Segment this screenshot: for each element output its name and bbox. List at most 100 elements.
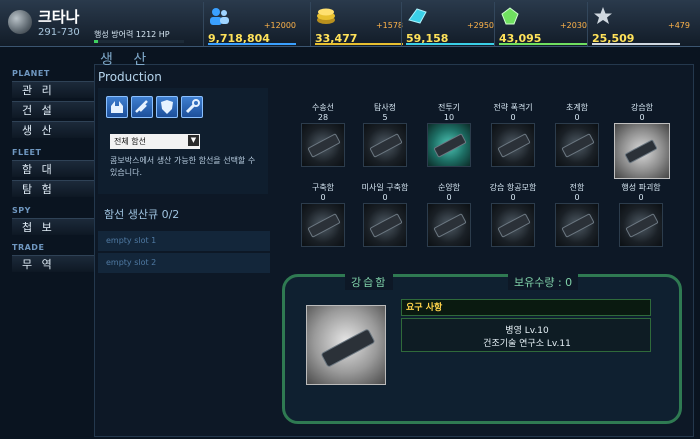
queue-title: 함선 생산큐 0/2 xyxy=(104,208,180,221)
sidebar-item-recon[interactable]: 첩 보 xyxy=(12,218,94,235)
wrench-icon xyxy=(185,99,200,114)
sidebar-item-manage[interactable]: 관 리 xyxy=(12,81,94,98)
chevron-down-icon[interactable]: ▼ xyxy=(188,135,199,146)
resource-delta: +12000 xyxy=(263,21,296,30)
ship-name: 전투기 xyxy=(437,103,461,112)
ship-name: 순양함 xyxy=(437,183,461,192)
ship-card[interactable]: 전략 폭격기 0 xyxy=(487,103,539,167)
defense-bar xyxy=(94,40,184,43)
planet-coords: 291-730 xyxy=(38,27,80,38)
sidebar-item-trade[interactable]: 무 역 xyxy=(12,255,94,272)
resource-delta: +2030 xyxy=(559,21,587,30)
destroyer-ship-image xyxy=(301,203,345,247)
shield-icon xyxy=(161,100,173,114)
ship-filter-select[interactable]: 전체 함선 ▼ xyxy=(110,134,200,149)
resource-bar xyxy=(315,43,403,45)
ship-tab-icon xyxy=(111,101,123,113)
ship-count: 0 xyxy=(574,193,580,202)
planet-icon[interactable] xyxy=(8,10,32,34)
ship-card[interactable]: 순양함 0 xyxy=(423,183,475,247)
ship-name: 행성 파괴함 xyxy=(621,183,661,192)
weapon-tab-icon xyxy=(135,100,148,113)
ship-name: 전략 폭격기 xyxy=(493,103,533,112)
queue-slot-1[interactable]: empty slot 1 xyxy=(98,231,270,251)
sidebar-item-fleet[interactable]: 함 대 xyxy=(12,160,94,177)
resource-delta: +1578 xyxy=(375,21,403,30)
sidebar-item-produce[interactable]: 생 산 xyxy=(12,121,94,138)
page-title: 생 산 xyxy=(100,52,155,68)
transport-ship-image xyxy=(301,123,345,167)
ship-name: 탐사정 xyxy=(373,103,397,112)
ship-name: 구축함 xyxy=(311,183,335,192)
bomber-ship-image xyxy=(491,123,535,167)
tab-defense[interactable] xyxy=(156,96,178,118)
sidebar: PLANET 관 리 건 설 생 산 FLEET 함 대 탐 험 SPY 첩 보… xyxy=(6,62,96,439)
ship-name: 강습 항공모함 xyxy=(489,183,537,192)
probe-ship-image xyxy=(363,123,407,167)
resource-bar xyxy=(208,43,296,45)
requirement-item: 병영 Lv.10 xyxy=(505,326,549,336)
ship-card[interactable]: 강습 항공모함 0 xyxy=(487,183,539,247)
missile-destroyer-image xyxy=(363,203,407,247)
ship-card[interactable]: 탐사정 5 xyxy=(359,103,411,167)
sidebar-item-explore[interactable]: 탐 험 xyxy=(12,180,94,197)
tab-tools[interactable] xyxy=(181,96,203,118)
crystal-icon xyxy=(406,6,428,26)
ship-card[interactable]: 전함 0 xyxy=(551,183,603,247)
ship-count: 0 xyxy=(510,113,516,122)
ship-name: 초계함 xyxy=(565,103,589,112)
ship-card-selected[interactable]: 강습함 0 xyxy=(612,103,672,179)
population-icon xyxy=(208,6,230,26)
resource-gold[interactable]: +1578 33,477 xyxy=(310,2,407,46)
ship-name: 미사일 구축함 xyxy=(361,183,409,192)
ship-name: 수송선 xyxy=(311,103,335,112)
ship-card[interactable]: 초계함 0 xyxy=(551,103,603,167)
sidebar-section-planet: PLANET xyxy=(12,69,50,78)
ship-card[interactable]: 미사일 구축함 0 xyxy=(359,183,411,247)
tab-weapons[interactable] xyxy=(131,96,153,118)
gold-coins-icon xyxy=(315,6,337,26)
ship-count: 0 xyxy=(320,193,326,202)
ship-count: 0 xyxy=(446,193,452,202)
resource-population[interactable]: +12000 9,718,804 xyxy=(203,2,300,46)
sidebar-section-trade: TRADE xyxy=(12,243,45,252)
ship-count: 0 xyxy=(510,193,516,202)
sidebar-section-spy: SPY xyxy=(12,206,31,215)
resource-delta: +479 xyxy=(668,21,690,30)
carrier-ship-image xyxy=(491,203,535,247)
ship-count: 0 xyxy=(639,113,645,122)
ship-count: 5 xyxy=(382,113,388,122)
defense-bar-fill xyxy=(94,40,98,43)
planet-defense: 행성 방어력 1212 HP xyxy=(94,30,170,39)
resource-bar xyxy=(499,43,587,45)
tab-ships[interactable] xyxy=(106,96,128,118)
ship-card[interactable]: 수송선 28 xyxy=(297,103,349,167)
corvette-ship-image xyxy=(555,123,599,167)
filter-hint: 콤보박스에서 생산 가능한 함선을 선택할 수 있습니다. xyxy=(110,156,256,177)
ship-count: 0 xyxy=(574,113,580,122)
ship-card[interactable]: 행성 파괴함 0 xyxy=(615,183,667,247)
queue-slot-2[interactable]: empty slot 2 xyxy=(98,253,270,273)
filter-selected: 전체 함선 xyxy=(114,137,146,146)
cruiser-ship-image xyxy=(427,203,471,247)
ship-card[interactable]: 전투기 10 xyxy=(423,103,475,167)
resource-delta: +2950 xyxy=(466,21,494,30)
assault-ship-image xyxy=(614,123,670,179)
sidebar-section-fleet: FLEET xyxy=(12,148,42,157)
planet-name[interactable]: 크타나 xyxy=(38,6,79,27)
sidebar-item-build[interactable]: 건 설 xyxy=(12,101,94,118)
detail-owned-count: 보유수량 : 0 xyxy=(508,274,579,290)
ship-count: 10 xyxy=(443,113,455,122)
page-subtitle: Production xyxy=(98,70,162,84)
resource-star[interactable]: +479 25,509 xyxy=(587,2,694,46)
fighter-ship-image xyxy=(427,123,471,167)
planet-destroyer-image xyxy=(619,203,663,247)
ship-card[interactable]: 구축함 0 xyxy=(297,183,349,247)
ship-count: 0 xyxy=(638,193,644,202)
ship-count: 28 xyxy=(317,113,329,122)
green-gem-icon xyxy=(499,6,521,26)
detail-ship-image xyxy=(306,305,386,385)
resource-gem[interactable]: +2030 43,095 xyxy=(494,2,591,46)
ship-name: 강습함 xyxy=(630,103,654,112)
resource-crystal[interactable]: +2950 59,158 xyxy=(401,2,498,46)
